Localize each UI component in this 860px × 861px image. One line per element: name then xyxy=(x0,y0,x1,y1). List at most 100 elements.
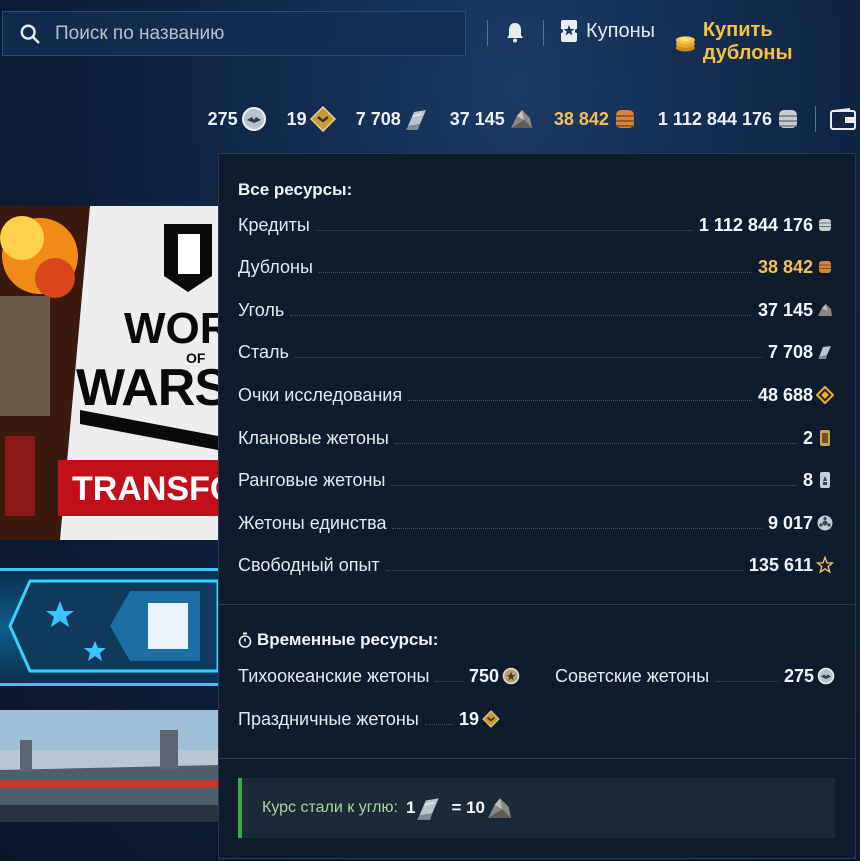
dot-leader xyxy=(290,304,752,316)
rate-steel-amount: 1 xyxy=(405,798,416,817)
resource-value: 7 708 xyxy=(767,341,813,362)
resource-value: 8 xyxy=(802,469,813,490)
wallet-icon[interactable] xyxy=(830,108,856,130)
buy-doubloons-label: Купить дублоны xyxy=(702,19,793,64)
dot-leader xyxy=(394,432,797,444)
buy-doubloons-button[interactable]: Купить дублоны xyxy=(674,19,860,65)
clan-token-icon xyxy=(820,430,830,446)
coal-icon xyxy=(488,798,511,818)
dot-leader xyxy=(315,219,693,231)
resource-value: 275 xyxy=(783,665,814,686)
bell-icon[interactable] xyxy=(505,21,525,43)
resource-value: 19 xyxy=(458,708,479,729)
coupons-button[interactable]: Купоны xyxy=(560,19,655,43)
divider xyxy=(815,106,816,132)
resource-name: Кредиты xyxy=(238,214,310,235)
banner-logo-line3: WARSHIPS xyxy=(76,359,218,417)
currency-value: 37 145 xyxy=(449,108,505,129)
resource-value: 750 xyxy=(468,665,499,686)
dot-leader xyxy=(392,517,762,529)
currency-steel: 7 708 xyxy=(356,106,430,132)
dot-leader xyxy=(424,713,453,725)
resource-value: 9 017 xyxy=(767,512,813,533)
resource-row-steel: Сталь 7 708 xyxy=(238,339,834,365)
banner-logo-line1: WORLD xyxy=(124,304,218,353)
transformers-banner[interactable]: WORLD OF WARSHIPS TRANSFORMERS xyxy=(0,206,218,540)
resource-value: 2 xyxy=(802,427,813,448)
dot-leader xyxy=(715,670,778,682)
steel-icon xyxy=(405,110,426,130)
currency-value: 275 xyxy=(207,108,238,129)
dot-leader xyxy=(318,261,752,273)
resource-name: Праздничные жетоны xyxy=(238,708,419,729)
temporary-resources-title: Временные ресурсы: xyxy=(257,630,439,649)
resource-name: Сталь xyxy=(238,341,289,362)
event-banner[interactable] xyxy=(0,568,218,686)
holiday-token-icon xyxy=(482,710,500,728)
rate-label: Курс стали к углю: xyxy=(262,799,398,816)
resource-value: 38 842 xyxy=(757,256,813,277)
divider xyxy=(543,20,544,46)
currency-value: 38 842 xyxy=(553,108,609,129)
currency-credits: 1 112 844 176 xyxy=(658,106,801,132)
temporary-resources-title-row: Временные ресурсы: xyxy=(238,630,438,650)
search-box[interactable] xyxy=(2,11,466,56)
steel-to-coal-rate: Курс стали к углю: 1 = 10 xyxy=(238,778,835,838)
currency-value: 7 708 xyxy=(355,108,401,129)
credits-icon xyxy=(819,219,831,231)
all-resources-title: Все ресурсы: xyxy=(238,180,353,199)
event-emblem-art xyxy=(8,579,218,673)
currency-holiday-tokens: 19 xyxy=(287,106,336,132)
resource-row-doubloons: Дублоны 38 842 xyxy=(238,254,834,280)
ranked-token-icon xyxy=(820,472,830,488)
divider xyxy=(219,604,855,605)
dot-leader xyxy=(385,559,743,571)
resource-name: Советские жетоны xyxy=(555,665,710,686)
resource-row-research-points: Очки исследования 48 688 xyxy=(238,382,834,408)
divider xyxy=(487,20,488,46)
resource-name: Уголь xyxy=(238,299,285,320)
resource-name: Свободный опыт xyxy=(238,554,380,575)
resource-row-free-xp: Свободный опыт 135 611 xyxy=(238,552,834,578)
credits-icon xyxy=(779,110,797,128)
resource-value: 1 112 844 176 xyxy=(698,214,813,235)
resource-name: Ранговые жетоны xyxy=(238,469,386,490)
resources-popup: Все ресурсы: Кредиты 1 112 844 176 Дубло… xyxy=(218,153,856,859)
search-input[interactable] xyxy=(55,22,435,45)
dot-leader xyxy=(391,474,797,486)
coal-icon xyxy=(510,110,532,128)
temp-row-soviet-tokens: Советские жетоны 275 xyxy=(555,663,835,689)
stopwatch-icon xyxy=(238,632,252,648)
currency-value: 1 112 844 176 xyxy=(657,108,772,129)
doubloon-coins-icon xyxy=(675,36,695,52)
research-points-icon xyxy=(816,386,834,404)
temp-row-pacific-tokens: Тихоокеанские жетоны 750 xyxy=(238,663,520,689)
resource-value: 48 688 xyxy=(757,384,813,405)
dot-leader xyxy=(435,670,463,682)
resource-name: Дублоны xyxy=(238,256,313,277)
soviet-token-icon xyxy=(817,667,835,685)
resource-name: Очки исследования xyxy=(238,384,403,405)
coupons-label: Купоны xyxy=(586,19,656,42)
banner-strip-text: TRANSFORMERS xyxy=(72,470,218,508)
currency-coal: 37 145 xyxy=(450,106,534,132)
free-xp-star-icon xyxy=(816,556,834,574)
dot-leader xyxy=(294,346,762,358)
doubloon-icon xyxy=(819,261,831,273)
currency-strip[interactable]: 275 19 7 708 37 145 38 842 1 112 844 176 xyxy=(188,104,856,134)
currency-doubloons: 38 842 xyxy=(554,106,638,132)
resource-name: Жетоны единства xyxy=(238,512,387,533)
soviet-token-icon xyxy=(241,107,266,131)
coal-icon xyxy=(818,304,832,316)
steel-icon xyxy=(417,798,440,820)
coupon-icon xyxy=(560,20,578,42)
holiday-token-icon xyxy=(309,106,336,132)
resource-name: Тихоокеанские жетоны xyxy=(238,665,430,686)
pacific-token-icon xyxy=(502,667,520,685)
resource-row-coal: Уголь 37 145 xyxy=(238,297,834,323)
resource-row-unity-tokens: Жетоны единства 9 017 xyxy=(238,510,834,536)
ship-art xyxy=(0,710,218,822)
ship-banner[interactable] xyxy=(0,710,218,822)
temp-row-holiday-tokens: Праздничные жетоны 19 xyxy=(238,706,500,732)
resource-row-ranked-tokens: Ранговые жетоны 8 xyxy=(238,467,834,493)
